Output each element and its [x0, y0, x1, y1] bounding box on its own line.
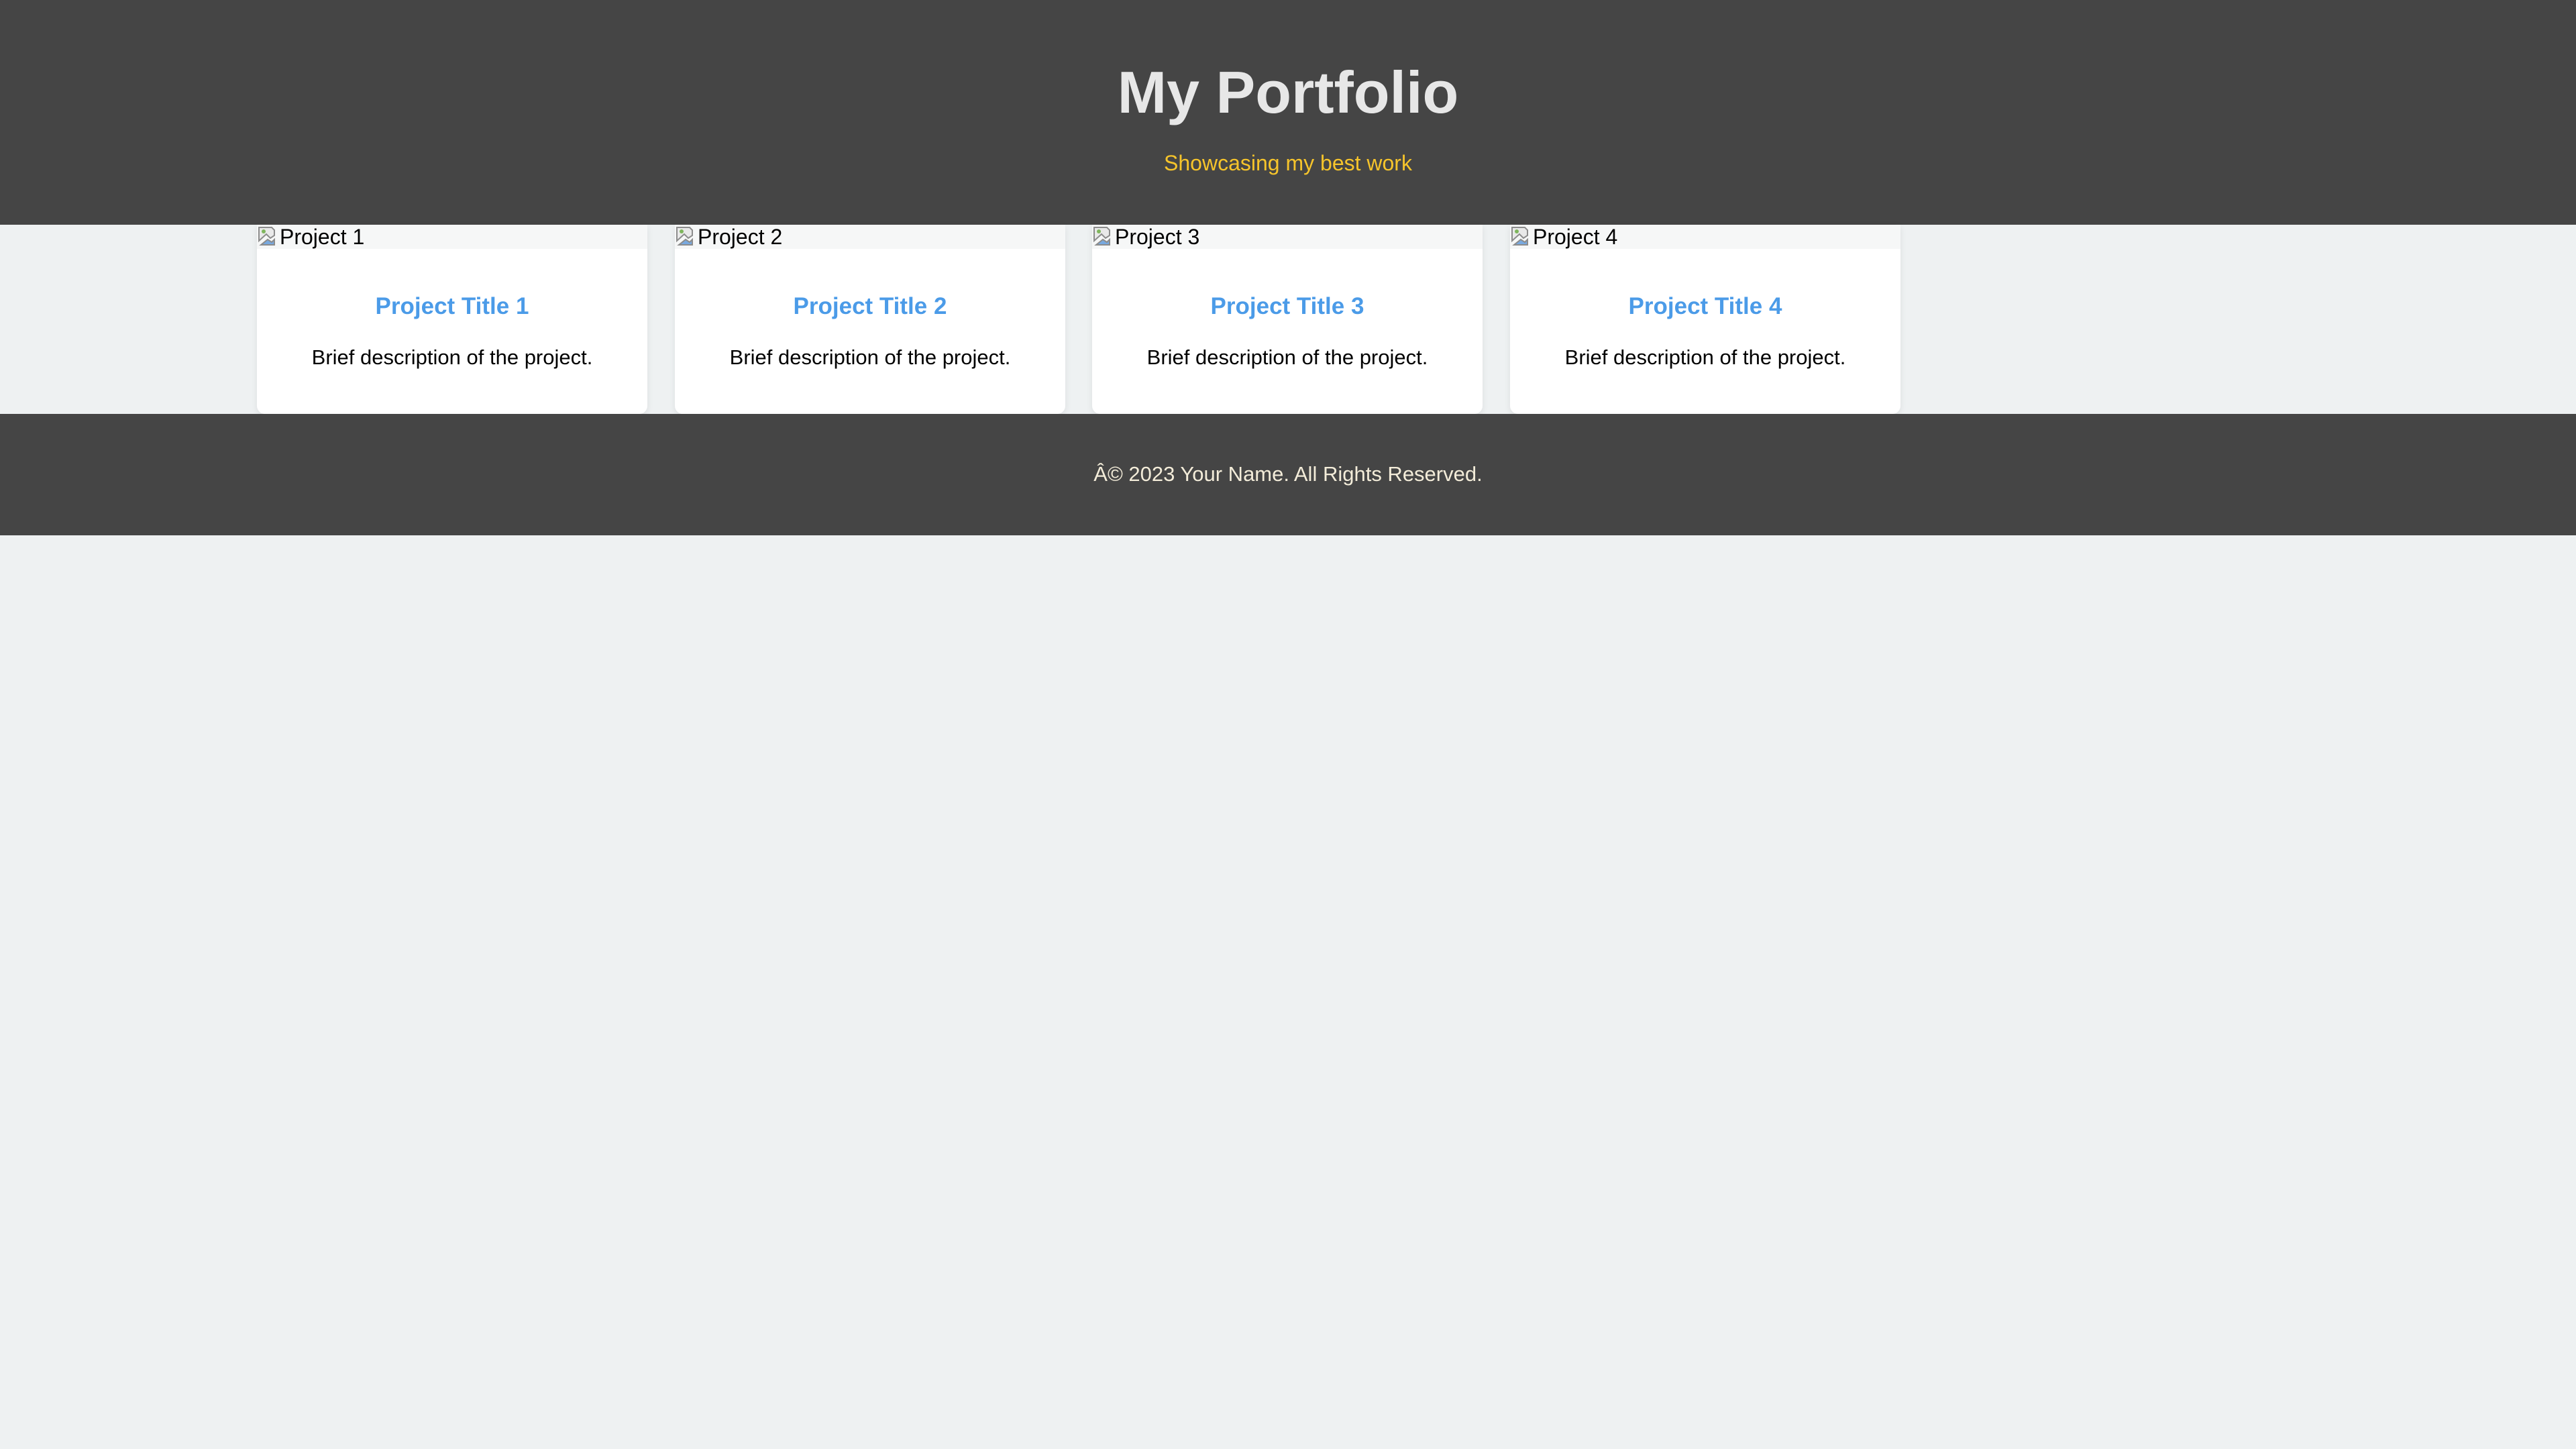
- project-image-2: Project 2: [675, 225, 1065, 249]
- project-description: Brief description of the project.: [1564, 345, 1846, 369]
- project-image-alt: Project 2: [698, 225, 783, 249]
- project-image-alt: Project 4: [1533, 225, 1618, 249]
- project-image-3: Project 3: [1092, 225, 1483, 249]
- project-description: Brief description of the project.: [311, 345, 593, 369]
- project-description: Brief description of the project.: [1146, 345, 1428, 369]
- project-description: Brief description of the project.: [729, 345, 1011, 369]
- page-tagline: Showcasing my best work: [1164, 151, 1412, 175]
- broken-image-icon: [1092, 225, 1115, 248]
- project-title: Project Title 2: [793, 293, 947, 319]
- site-header: My Portfolio Showcasing my best work: [0, 0, 2576, 225]
- project-card-1[interactable]: Project 1 Project Title 1 Brief descript…: [257, 225, 647, 414]
- projects-grid: Project 1 Project Title 1 Brief descript…: [257, 225, 1902, 414]
- project-image-alt: Project 1: [280, 225, 365, 249]
- site-footer: Â© 2023 Your Name. All Rights Reserved.: [0, 414, 2576, 535]
- broken-image-icon: [675, 225, 698, 248]
- project-title: Project Title 1: [375, 293, 529, 319]
- project-image-alt: Project 3: [1115, 225, 1200, 249]
- broken-image-icon: [257, 225, 280, 248]
- project-title: Project Title 3: [1210, 293, 1364, 319]
- project-image-4: Project 4: [1510, 225, 1900, 249]
- broken-image-icon: [1510, 225, 1533, 248]
- copyright-text: Â© 2023 Your Name. All Rights Reserved.: [1093, 462, 1483, 486]
- project-card-2[interactable]: Project 2 Project Title 2 Brief descript…: [675, 225, 1065, 414]
- project-image-1: Project 1: [257, 225, 647, 249]
- project-title: Project Title 4: [1628, 293, 1782, 319]
- page-title: My Portfolio: [1117, 59, 1459, 125]
- project-card-3[interactable]: Project 3 Project Title 3 Brief descript…: [1092, 225, 1483, 414]
- project-card-4[interactable]: Project 4 Project Title 4 Brief descript…: [1510, 225, 1900, 414]
